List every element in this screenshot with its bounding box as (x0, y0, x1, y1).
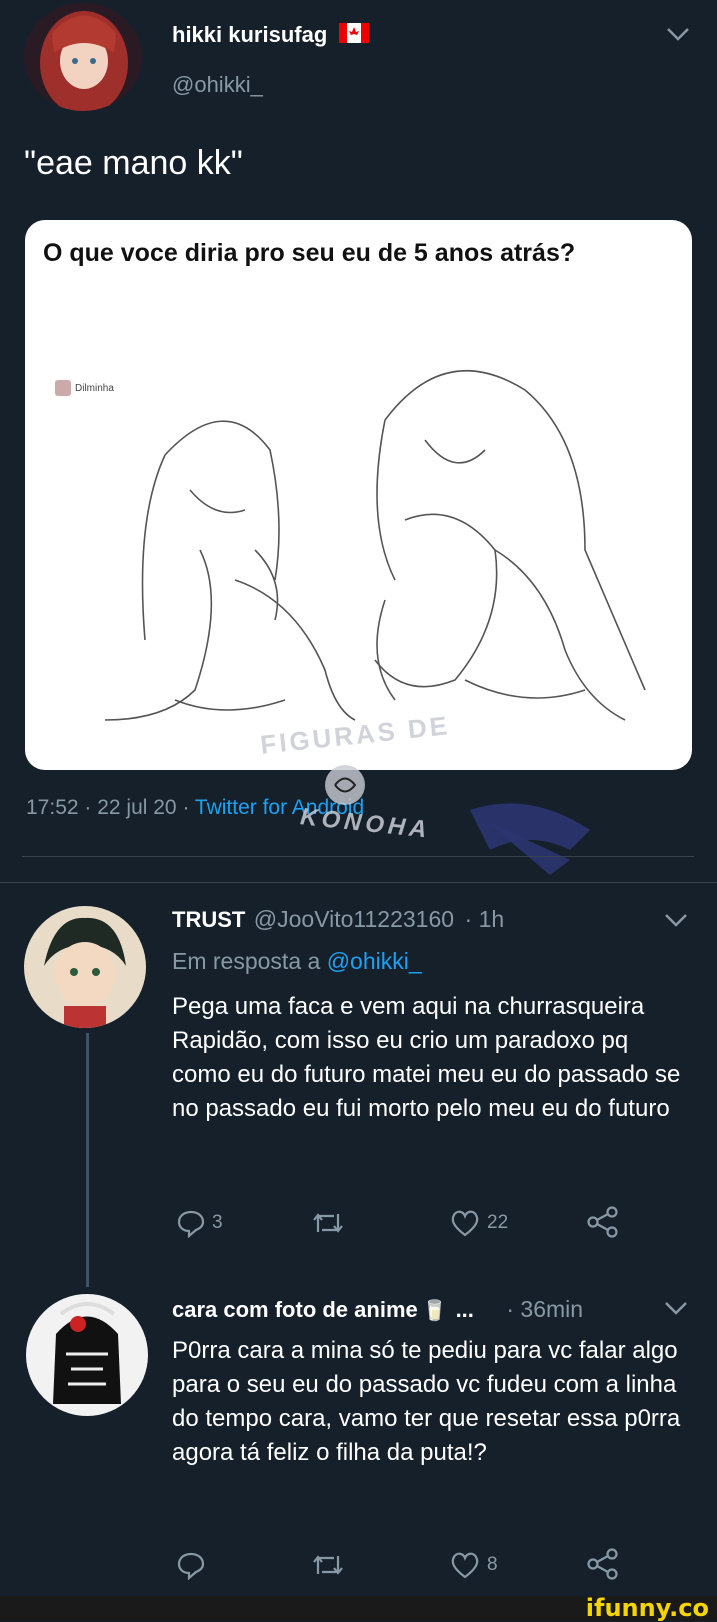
reply-icon (177, 1210, 205, 1238)
chevron-down-icon[interactable] (663, 1300, 689, 1316)
reply1-retweet-button[interactable] (310, 1208, 352, 1238)
reply1-time[interactable]: · 1h (465, 906, 505, 932)
tweet-image[interactable]: O que voce diria pro seu eu de 5 anos at… (25, 220, 692, 770)
reply1-avatar[interactable] (24, 906, 146, 1028)
retweet-icon (313, 1213, 343, 1233)
chevron-down-icon[interactable] (663, 912, 689, 928)
share-icon (587, 1548, 618, 1580)
reply1-text: Pega uma faca e vem aqui na churrasqueir… (172, 993, 681, 1122)
reply2-header: cara com foto de anime 🥛 ... · 36min (172, 1296, 583, 1323)
reply1-like-button[interactable]: 22 (449, 1208, 508, 1238)
reply2-display-name[interactable]: cara com foto de anime (172, 1297, 418, 1322)
reply1-share-button[interactable] (586, 1206, 620, 1238)
reply-prefix: Em resposta a (172, 948, 327, 974)
reply2-retweet-button[interactable] (310, 1550, 352, 1580)
author-name-text: hikki kurisufag (172, 22, 328, 47)
konoha-watermark: FIGURAS DE KONOHA (240, 700, 590, 890)
author-handle[interactable]: @ohikki_ (172, 72, 263, 98)
ifunny-logo: ifunny.co (585, 1594, 709, 1622)
reply-count: 3 (212, 1212, 223, 1233)
heart-icon (451, 1210, 479, 1237)
reply2-name-ellipsis: ... (455, 1297, 474, 1322)
tweet-text: "eae mano kk" (24, 144, 243, 182)
canada-flag-icon (339, 23, 370, 49)
reply1-reply-button[interactable]: 3 (176, 1208, 223, 1238)
anime-girls-illustration (104, 370, 646, 721)
author-avatar[interactable] (24, 3, 142, 111)
reply2-avatar[interactable] (26, 1294, 148, 1416)
reply1-handle[interactable]: @JooVito11223160 (254, 906, 454, 932)
divider (22, 856, 694, 857)
retweet-icon (313, 1555, 343, 1575)
reply2-share-button[interactable] (586, 1548, 620, 1580)
chevron-down-icon[interactable] (665, 26, 691, 42)
divider (0, 882, 717, 883)
reply2-text: P0rra cara a mina só te pediu para vc fa… (172, 1337, 681, 1466)
reply-to-handle[interactable]: @ohikki_ (327, 948, 422, 974)
timestamp-text: 17:52 · 22 jul 20 · (26, 796, 195, 819)
heart-icon (451, 1552, 479, 1579)
author-display-name[interactable]: hikki kurisufag (172, 22, 370, 49)
reply-icon (177, 1552, 205, 1580)
like-count: 8 (487, 1554, 498, 1575)
milk-glass-emoji: 🥛 (422, 1300, 448, 1322)
like-count: 22 (487, 1212, 509, 1233)
reply2-time[interactable]: · 36min (506, 1296, 583, 1322)
share-icon (587, 1206, 618, 1238)
thread-line (86, 1033, 89, 1287)
reply1-display-name[interactable]: TRUST (172, 907, 245, 932)
reply2-like-button[interactable]: 8 (449, 1550, 498, 1580)
reply2-reply-button[interactable] (176, 1550, 212, 1580)
reply1-header: TRUST @JooVito11223160 · 1h (172, 906, 504, 933)
reply1-in-reply-to: Em resposta a @ohikki_ (172, 948, 422, 975)
